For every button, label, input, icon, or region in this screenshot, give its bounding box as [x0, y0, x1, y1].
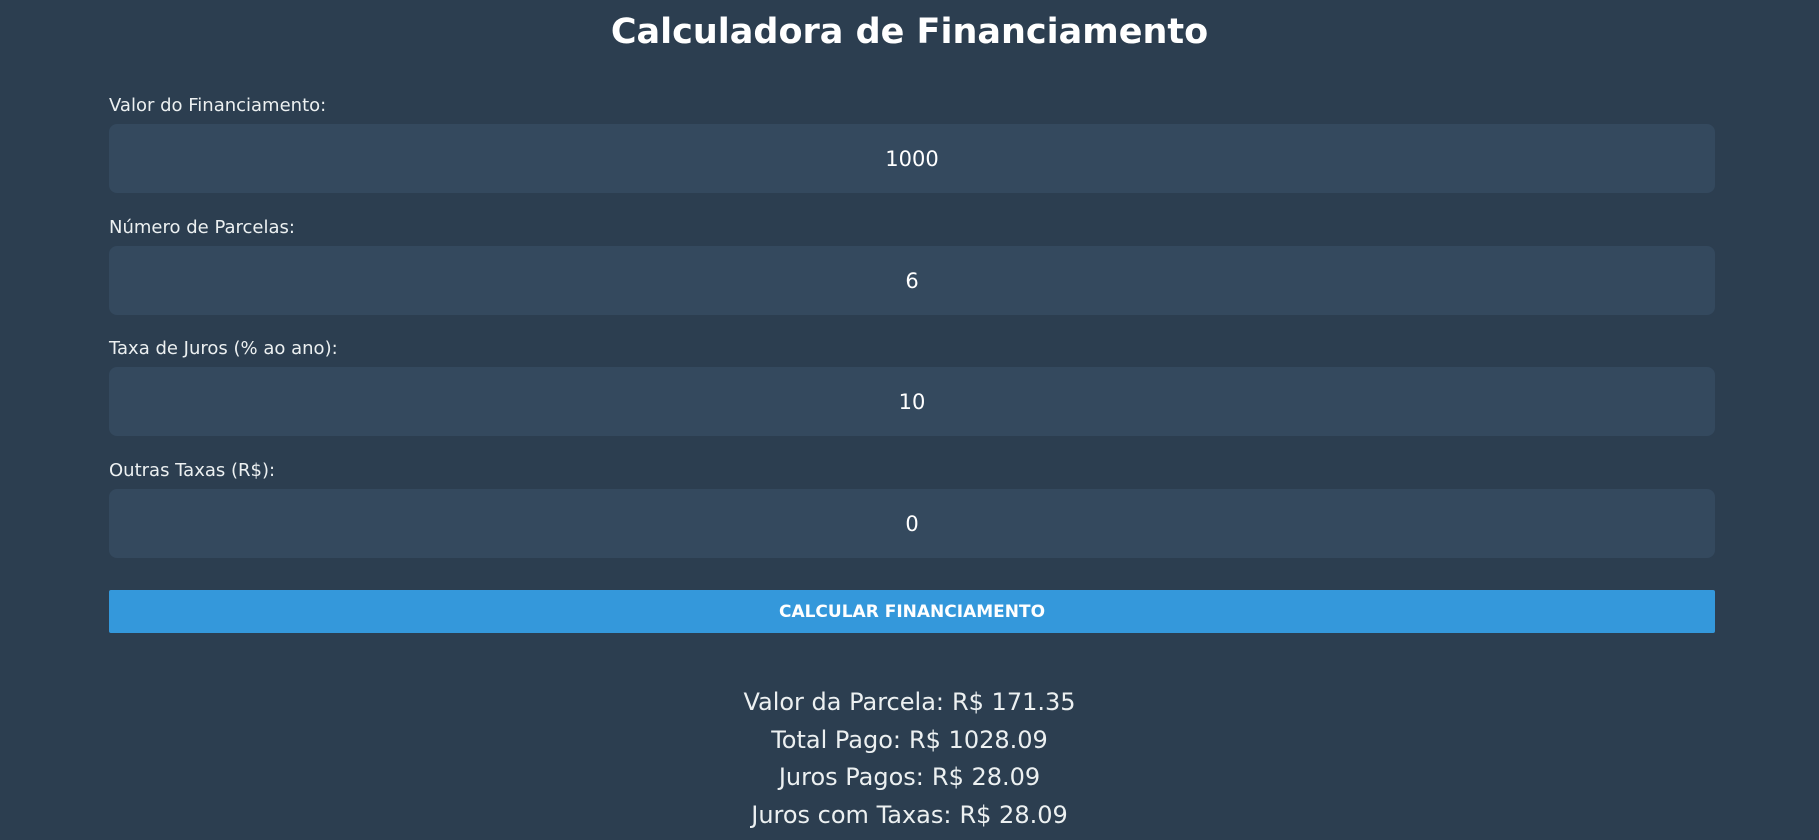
- result-label: Juros com Taxas:: [751, 800, 952, 829]
- result-label: Total Pago:: [771, 725, 901, 754]
- interest-rate-label: Taxa de Juros (% ao ano):: [109, 338, 338, 359]
- loan-amount-input[interactable]: [109, 124, 1715, 193]
- interest-paid-result: Juros Pagos: R$ 28.09: [0, 759, 1819, 797]
- interest-rate-input[interactable]: [109, 367, 1715, 436]
- result-label: Valor da Parcela:: [743, 688, 944, 716]
- interest-with-fees-result: Juros com Taxas: R$ 28.09: [0, 797, 1819, 835]
- installment-value-result: Valor da Parcela: R$ 171.35: [0, 684, 1819, 722]
- installments-input[interactable]: [109, 246, 1715, 315]
- results-panel: Valor da Parcela: R$ 171.35 Total Pago: …: [0, 684, 1819, 834]
- result-value: R$ 28.09: [959, 800, 1068, 829]
- other-fees-label: Outras Taxas (R$):: [109, 460, 276, 481]
- other-fees-input[interactable]: [109, 489, 1715, 558]
- total-paid-result: Total Pago: R$ 1028.09: [0, 722, 1819, 760]
- loan-amount-label: Valor do Financiamento:: [109, 95, 327, 116]
- calculate-financing-button[interactable]: Calcular Financiamento: [109, 590, 1715, 633]
- installments-label: Número de Parcelas:: [109, 217, 295, 238]
- page-title: Calculadora de Financiamento: [610, 12, 1209, 52]
- result-value: R$ 28.09: [931, 763, 1041, 791]
- result-label: Juros Pagos:: [778, 763, 924, 791]
- result-value: R$ 1028.09: [908, 725, 1048, 754]
- result-value: R$ 171.35: [951, 688, 1076, 716]
- financing-calculator-page: Calculadora de Financiamento Valor do Fi…: [0, 0, 1819, 840]
